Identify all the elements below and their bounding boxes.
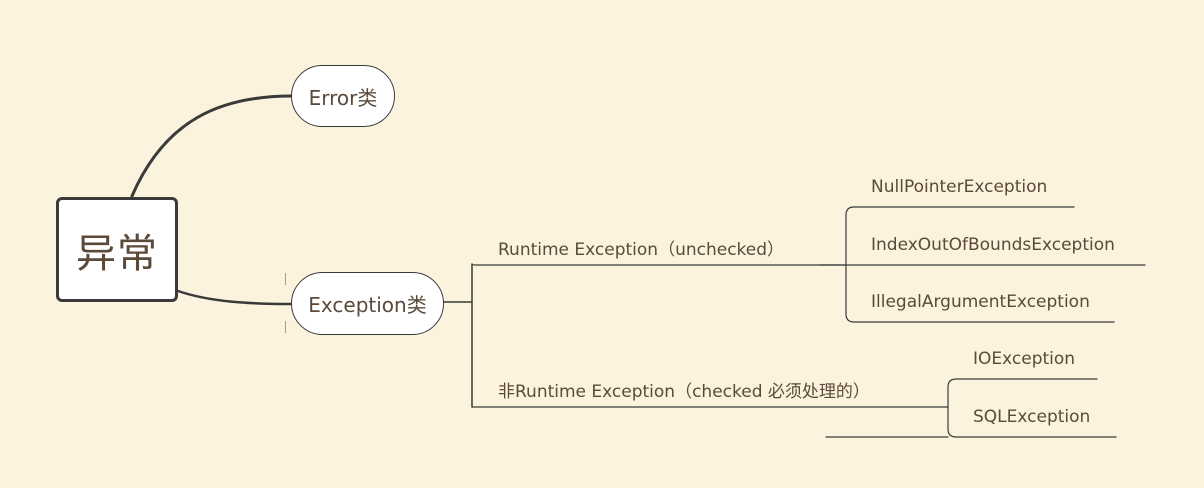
connector-runtime-underline [471, 263, 846, 266]
root-label: 异常 [76, 230, 158, 277]
exception-node[interactable]: Exception类 [291, 272, 444, 335]
selection-marker-bottom [285, 321, 286, 333]
root-node[interactable]: 异常 [56, 197, 178, 302]
connector-exception-branches [443, 263, 473, 408]
leaf-io-exception[interactable]: IOException [973, 349, 1075, 369]
connector-root-exception [176, 289, 294, 306]
selection-marker-top [285, 273, 286, 285]
runtime-exception-label[interactable]: Runtime Exception（unchecked） [498, 235, 784, 260]
error-node[interactable]: Error类 [291, 65, 395, 127]
connector-root-error [130, 94, 294, 198]
leaf-sql-exception[interactable]: SQLException [973, 407, 1090, 427]
error-node-label: Error类 [308, 85, 378, 110]
leaf-index-out-of-bounds-exception[interactable]: IndexOutOfBoundsException [871, 235, 1115, 255]
exception-node-label: Exception类 [308, 293, 427, 317]
leaf-null-pointer-exception[interactable]: NullPointerException [871, 177, 1047, 197]
leaf-illegal-argument-exception[interactable]: IllegalArgumentException [871, 292, 1090, 312]
non-runtime-exception-label[interactable]: 非Runtime Exception（checked 必须处理的） [498, 377, 870, 402]
